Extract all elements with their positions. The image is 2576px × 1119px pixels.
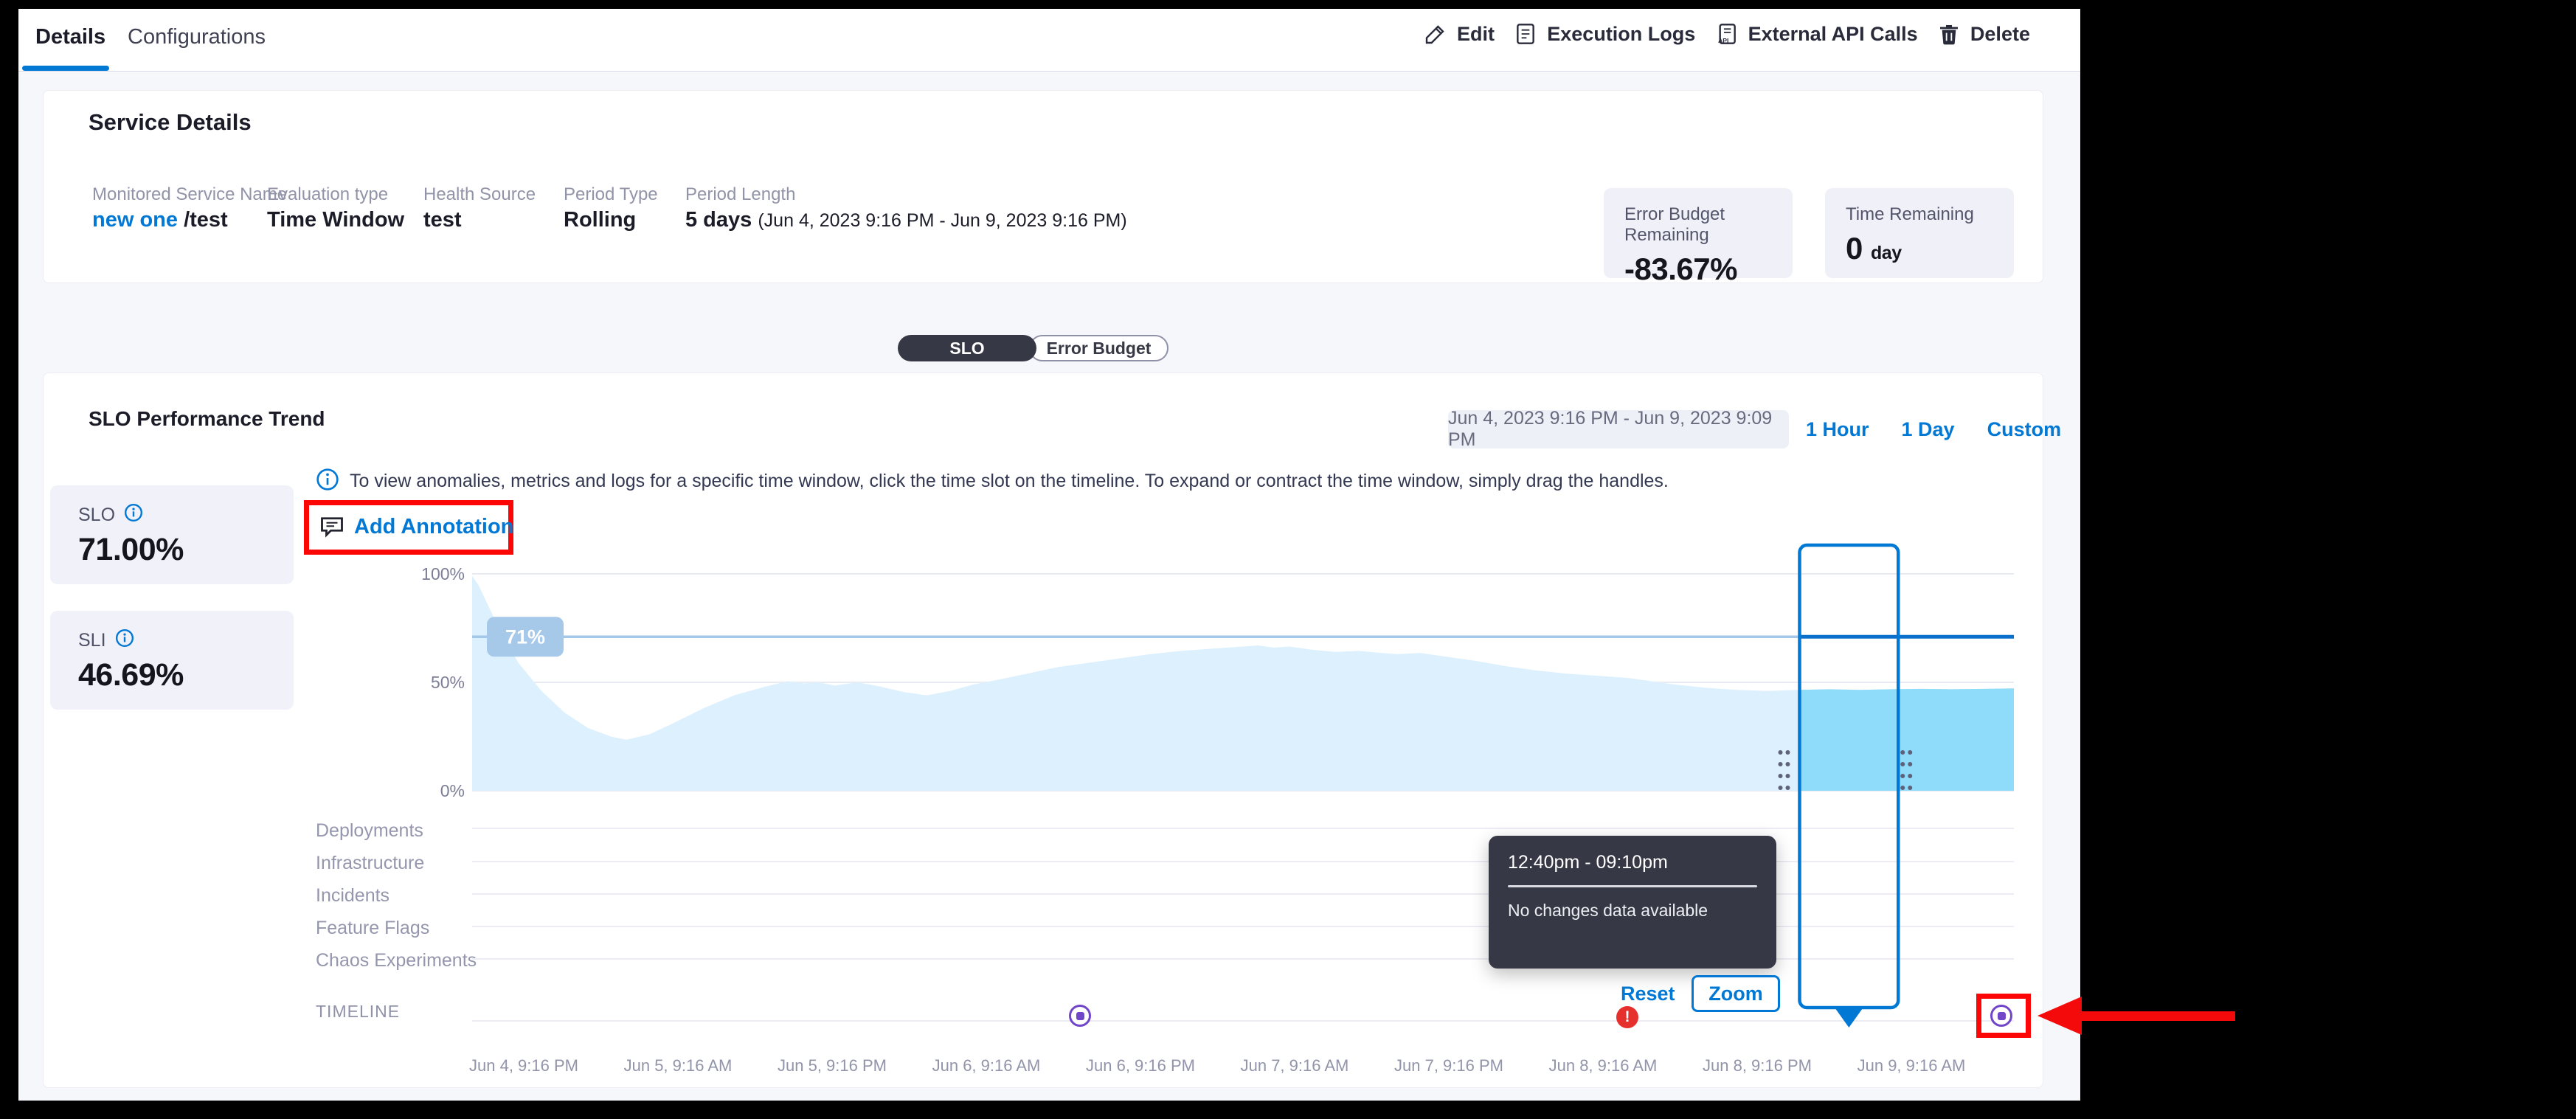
markup-highlight-box-annotation-marker	[1976, 994, 2031, 1038]
tab-configurations[interactable]: Configurations	[128, 25, 266, 49]
lane-label-incidents: Incidents	[316, 885, 389, 907]
sli-value-card: SLI 46.69%	[50, 611, 294, 710]
field-label: Period Length	[685, 184, 795, 205]
toggle-slo[interactable]: SLO	[898, 335, 1036, 361]
api-document-icon: API	[1715, 22, 1739, 46]
slo-card-value: 71.00%	[78, 532, 266, 568]
field-label: Health Source	[423, 184, 536, 205]
delete-button[interactable]: Delete	[1937, 22, 2030, 46]
lane-label-infrastructure: Infrastructure	[316, 853, 424, 874]
info-icon[interactable]	[124, 503, 143, 527]
tooltip-message: No changes data available	[1508, 901, 1757, 921]
markup-arrow	[2029, 992, 2250, 1044]
info-banner-text: To view anomalies, metrics and logs for …	[350, 471, 1669, 492]
timeline-label: TIMELINE	[316, 1002, 400, 1022]
external-api-calls-button[interactable]: API External API Calls	[1715, 22, 1918, 46]
reset-button[interactable]: Reset	[1621, 983, 1675, 1005]
toggle-error-budget[interactable]: Error Budget	[1029, 335, 1168, 361]
monitored-service-link[interactable]: new one	[92, 208, 178, 232]
period-length-detail: (Jun 4, 2023 9:16 PM - Jun 9, 2023 9:16 …	[758, 210, 1126, 231]
service-details-title: Service Details	[89, 109, 252, 136]
slo-value-card: SLO 71.00%	[50, 485, 294, 584]
changes-tooltip: 12:40pm - 09:10pm No changes data availa…	[1489, 836, 1776, 969]
tooltip-divider	[1508, 885, 1757, 887]
pencil-icon	[1424, 22, 1447, 46]
lane-label-deployments: Deployments	[316, 820, 423, 842]
sli-card-value: 46.69%	[78, 657, 266, 693]
trend-title: SLO Performance Trend	[89, 407, 325, 431]
date-range-pill: Jun 4, 2023 9:16 PM - Jun 9, 2023 9:09 P…	[1448, 410, 1789, 448]
sli-card-label: SLI	[78, 630, 106, 651]
annotation-marker-icon[interactable]	[1069, 1005, 1091, 1027]
trash-icon	[1937, 22, 1961, 46]
svg-text:API: API	[1718, 37, 1728, 44]
tabbar-divider	[18, 71, 2080, 72]
zoom-button[interactable]: Zoom	[1692, 975, 1780, 1012]
tab-details[interactable]: Details	[35, 25, 105, 49]
field-label: Monitored Service Name	[92, 184, 287, 205]
monitored-service-path: /test	[184, 208, 228, 232]
monitored-service-value: new one /test	[92, 208, 228, 232]
range-1-day[interactable]: 1 Day	[1902, 418, 1955, 441]
info-icon[interactable]	[115, 628, 134, 653]
header-actions: Edit Execution Logs API External API Cal…	[1424, 22, 2030, 46]
error-budget-remaining-value: -83.67%	[1624, 252, 1772, 287]
tooltip-time-range: 12:40pm - 09:10pm	[1508, 852, 1757, 873]
execution-logs-button[interactable]: Execution Logs	[1514, 22, 1695, 46]
active-tab-underline	[22, 66, 109, 71]
slo-trend-chart[interactable]: 71%	[413, 531, 2066, 1047]
range-options: 1 Hour 1 Day Custom	[1806, 410, 2061, 448]
document-icon	[1514, 22, 1537, 46]
time-remaining-value: 0 day	[1846, 231, 1993, 266]
time-remaining-unit: day	[1871, 243, 1902, 263]
target-line-badge: 71%	[505, 626, 545, 648]
error-budget-remaining-box: Error Budget Remaining -83.67%	[1604, 188, 1793, 278]
annotation-bubble-icon	[319, 513, 345, 544]
info-icon	[316, 468, 339, 495]
period-length-value: 5 days (Jun 4, 2023 9:16 PM - Jun 9, 202…	[685, 208, 1127, 232]
edit-button[interactable]: Edit	[1424, 22, 1495, 46]
evaluation-type-value: Time Window	[267, 208, 404, 232]
range-1-hour[interactable]: 1 Hour	[1806, 418, 1869, 441]
time-remaining-box: Time Remaining 0 day	[1825, 188, 2014, 278]
screenshot-canvas: Details Configurations Edit Execution Lo…	[0, 0, 2576, 1119]
slo-card-label: SLO	[78, 505, 115, 526]
period-type-value: Rolling	[564, 208, 636, 232]
field-label: Evaluation type	[267, 184, 388, 205]
error-marker-icon[interactable]: !	[1616, 1006, 1638, 1028]
range-custom[interactable]: Custom	[1987, 418, 2062, 441]
field-label: Period Type	[564, 184, 658, 205]
health-source-value: test	[423, 208, 462, 232]
x-axis-tick: Jun 9, 9:16 AM	[1815, 1056, 2007, 1075]
